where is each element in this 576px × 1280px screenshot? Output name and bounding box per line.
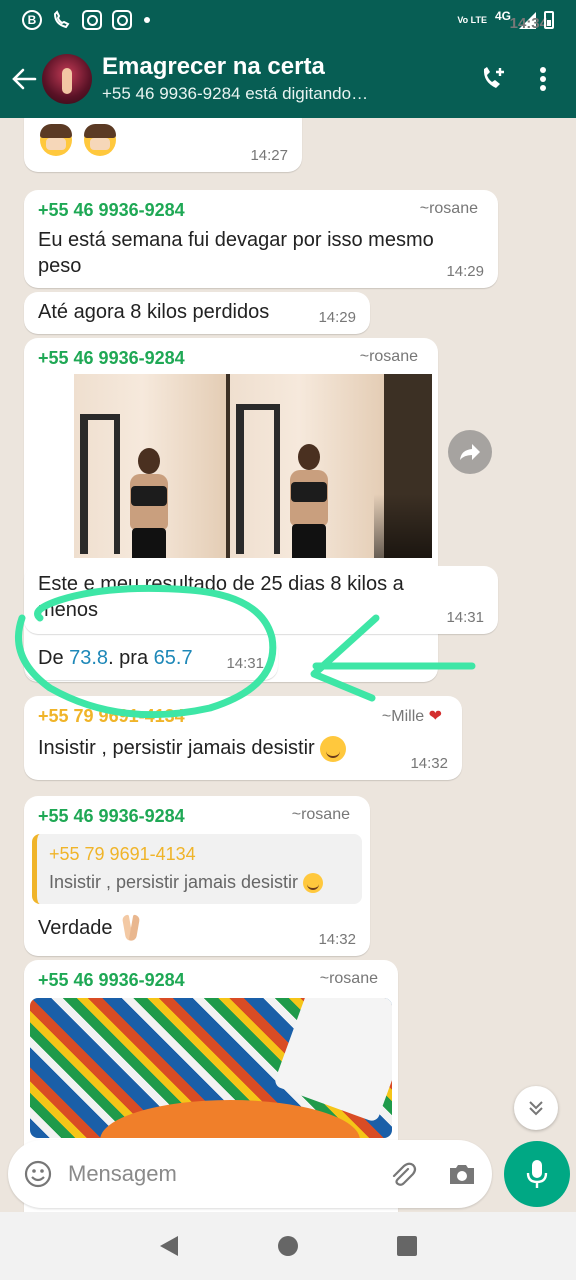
message-sender[interactable]: +55 79 9691-4134 xyxy=(38,706,185,727)
network-label: 4G xyxy=(494,9,511,23)
message-text: Eu está semana fui devagar por isso mesm… xyxy=(38,229,434,251)
back-arrow-icon[interactable] xyxy=(2,40,46,118)
message-time: 14:32 xyxy=(410,755,448,772)
mic-icon xyxy=(526,1160,548,1188)
message-time: 14:27 xyxy=(250,147,288,164)
message-bubble[interactable]: De 73.8. pra 65.7 14:31 xyxy=(24,636,278,680)
message-alias: ~rosane xyxy=(359,348,418,365)
message-text: De 73.8. pra 65.7 xyxy=(38,644,193,672)
message-text: Verdade xyxy=(38,914,143,943)
message-bubble[interactable]: +55 46 9936-9284 ~rosane +55 79 9691-413… xyxy=(24,796,370,956)
message-text: peso xyxy=(38,255,82,277)
message-time: 14:31 xyxy=(226,655,264,672)
quoted-sender: +55 79 9691-4134 xyxy=(49,844,196,864)
number-link[interactable]: 65.7 xyxy=(154,647,193,669)
message-text-middle: . pra xyxy=(108,647,154,669)
message-bubble[interactable]: Este e meu resultado de 25 dias 8 kilos … xyxy=(24,566,498,634)
quoted-text: Insistir , persistir jamais desistir xyxy=(49,872,324,894)
message-time: 14:29 xyxy=(446,263,484,280)
message-image[interactable] xyxy=(30,998,392,1138)
system-nav-bar xyxy=(0,1212,576,1280)
message-input[interactable] xyxy=(68,1154,372,1194)
status-bar: 14:34 B Vo LTE 4G xyxy=(0,0,576,40)
volte-label: Vo LTE xyxy=(457,15,487,25)
chat-area[interactable]: 14:27 +55 46 9936-9284 ~rosane Eu está s… xyxy=(0,118,576,1212)
mic-button[interactable] xyxy=(504,1141,570,1207)
b-icon: B xyxy=(22,10,42,30)
chat-header: Emagrecer na certa +55 46 9936-9284 está… xyxy=(0,40,576,118)
message-text: Insistir , persistir jamais desistir xyxy=(38,734,347,762)
message-sender[interactable]: +55 46 9936-9284 xyxy=(38,348,185,369)
heart-emoji: ❤ xyxy=(428,708,442,725)
dot-icon xyxy=(144,17,150,23)
message-time: 14:29 xyxy=(318,309,356,326)
message-bubble[interactable]: 14:27 xyxy=(24,118,302,172)
more-vert-icon[interactable] xyxy=(518,40,568,118)
message-sender[interactable]: +55 46 9936-9284 xyxy=(38,806,185,827)
message-alias: ~Mille ❤ xyxy=(382,706,442,726)
message-alias: ~rosane xyxy=(419,200,478,217)
message-text-body: Insistir , persistir jamais desistir xyxy=(38,737,315,759)
number-link[interactable]: 73.8 xyxy=(69,647,108,669)
back-nav-icon[interactable] xyxy=(149,1226,189,1266)
message-time: 14:30 xyxy=(384,651,422,668)
message-alias: ~rosane xyxy=(291,806,350,823)
message-text-prefix: De xyxy=(38,647,70,669)
instagram-icon xyxy=(82,10,102,30)
message-text: Este e meu resultado de 25 dias 8 kilos … xyxy=(38,573,404,595)
scroll-down-icon[interactable] xyxy=(514,1086,558,1130)
message-bubble[interactable]: +55 79 9691-4134 ~Mille ❤ Insistir , per… xyxy=(24,696,462,780)
message-text: menos xyxy=(38,599,99,621)
message-image[interactable] xyxy=(74,374,432,558)
attach-icon[interactable] xyxy=(372,1140,432,1208)
quoted-text-body: Insistir , persistir jamais desistir xyxy=(49,872,299,892)
smiling-face-emoji xyxy=(320,735,347,762)
message-time: 14:31 xyxy=(446,609,484,626)
group-avatar[interactable] xyxy=(42,54,92,104)
message-text: Até agora 8 kilos perdidos xyxy=(38,301,270,323)
recents-nav-icon[interactable] xyxy=(387,1226,427,1266)
folded-hands-emoji xyxy=(119,915,143,943)
message-sender[interactable]: +55 46 9936-9284 xyxy=(38,970,185,991)
message-sender[interactable]: +55 46 9936-9284 xyxy=(38,200,185,221)
forward-icon[interactable] xyxy=(448,430,492,474)
smiling-face-emoji xyxy=(303,873,324,894)
message-composer xyxy=(8,1140,492,1208)
battery-icon xyxy=(544,11,554,29)
face-palm-emoji xyxy=(84,124,116,156)
status-time: 14:34 xyxy=(509,15,548,32)
add-call-icon[interactable] xyxy=(468,40,518,118)
emoji-icon[interactable] xyxy=(8,1140,68,1208)
wifi-call-icon xyxy=(52,10,72,30)
alias-text: ~Mille xyxy=(381,708,425,725)
face-palm-emoji xyxy=(40,124,72,156)
message-alias: ~rosane xyxy=(319,970,378,987)
chat-subtitle: +55 46 9936-9284 está digitando… xyxy=(102,84,369,103)
camera-icon[interactable] xyxy=(432,1140,492,1208)
message-text-body: Verdade xyxy=(38,917,113,939)
home-nav-icon[interactable] xyxy=(268,1226,308,1266)
message-time: 14:32 xyxy=(318,931,356,948)
chat-title: Emagrecer na certa xyxy=(102,53,325,80)
instagram-icon xyxy=(112,10,132,30)
message-bubble[interactable]: +55 46 9936-9284 ~rosane Eu está semana … xyxy=(24,190,498,288)
message-bubble[interactable]: Até agora 8 kilos perdidos 14:29 xyxy=(24,292,370,334)
chat-info[interactable]: Emagrecer na certa +55 46 9936-9284 está… xyxy=(102,52,468,106)
quoted-message[interactable]: +55 79 9691-4134 Insistir , persistir ja… xyxy=(32,834,362,904)
